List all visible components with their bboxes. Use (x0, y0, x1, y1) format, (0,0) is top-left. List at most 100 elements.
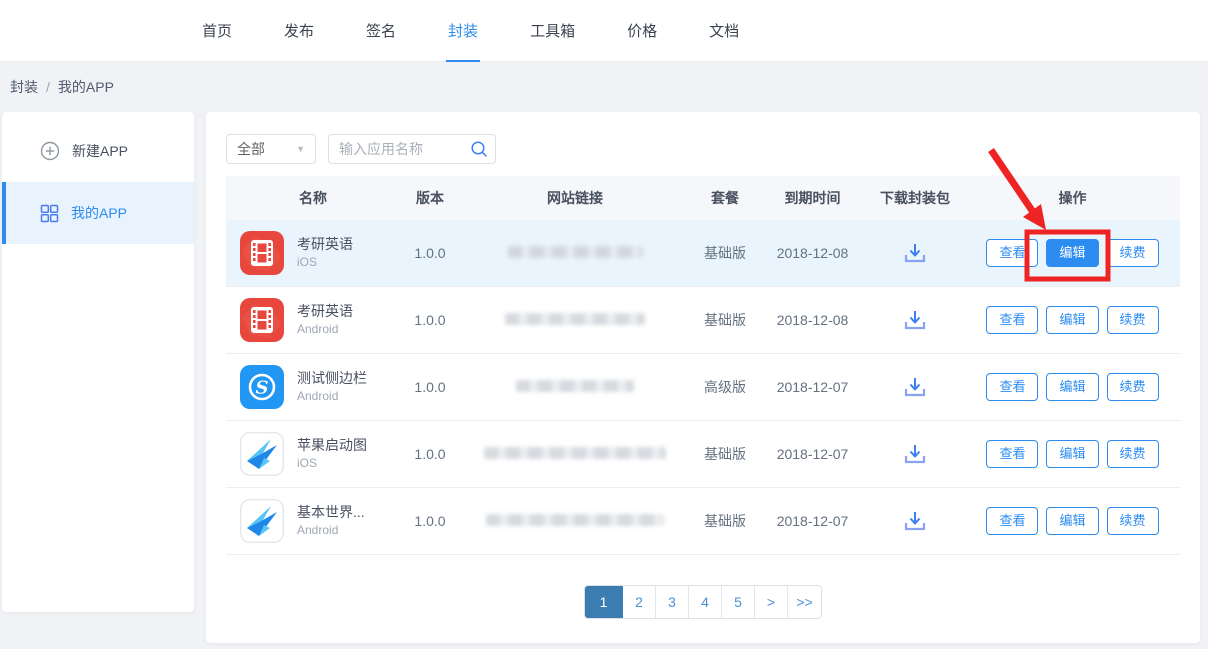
filter-bar: 全部 ▼ (226, 134, 1180, 164)
nav-item-toolbox[interactable]: 工具箱 (528, 0, 577, 62)
col-header-name: 名称 (226, 188, 400, 208)
col-header-version: 版本 (400, 188, 460, 208)
download-cell (865, 376, 965, 398)
app-platform: Android (297, 522, 365, 538)
expiry-cell: 2018-12-07 (760, 379, 865, 395)
col-header-download: 下载封装包 (865, 188, 965, 208)
plan-cell: 基础版 (690, 243, 760, 263)
bird-app-icon: S (240, 499, 284, 543)
table-body: S 考研英语 iOS 1.0.0 基础版 2018-12-08 (226, 220, 1180, 555)
download-cell (865, 443, 965, 465)
plan-cell: 基础版 (690, 511, 760, 531)
page-button-2[interactable]: 2 (623, 586, 656, 618)
renew-button[interactable]: 续费 (1107, 239, 1159, 267)
page-button-5[interactable]: 5 (722, 586, 755, 618)
nav-item-docs[interactable]: 文档 (707, 0, 741, 62)
sidebar-item-my-apps[interactable]: 我的APP (2, 182, 194, 244)
nav-item-publish[interactable]: 发布 (282, 0, 316, 62)
app-platform: iOS (297, 254, 353, 270)
renew-button[interactable]: 续费 (1107, 507, 1159, 535)
link-cell (460, 245, 690, 261)
version-cell: 1.0.0 (400, 245, 460, 261)
download-icon[interactable] (902, 242, 928, 264)
app-name-cell: S 考研英语 iOS (226, 231, 400, 275)
app-name-lines: 苹果启动图 iOS (297, 436, 367, 471)
app-platform: Android (297, 388, 367, 404)
edit-button[interactable]: 编辑 (1046, 440, 1098, 468)
redacted-link (484, 447, 666, 459)
nav-item-sign[interactable]: 签名 (364, 0, 398, 62)
table-row: S 考研英语 iOS 1.0.0 基础版 2018-12-08 (226, 220, 1180, 287)
category-select[interactable]: 全部 ▼ (226, 134, 316, 164)
sidebar-item-new-app[interactable]: 新建APP (2, 120, 194, 182)
pagination-group: 1 2 3 4 5 > >> (584, 585, 822, 619)
download-icon[interactable] (902, 309, 928, 331)
view-button[interactable]: 查看 (986, 239, 1038, 267)
edit-button[interactable]: 编辑 (1046, 239, 1098, 267)
main-content-card: 全部 ▼ 名称 版本 网站链接 套餐 到期时间 下载封装包 操作 (206, 112, 1200, 643)
table-row: S 苹果启动图 iOS 1.0.0 基础版 2018-12-07 (226, 421, 1180, 488)
search-icon[interactable] (470, 140, 488, 163)
edit-button[interactable]: 编辑 (1046, 373, 1098, 401)
view-button[interactable]: 查看 (986, 373, 1038, 401)
download-cell (865, 309, 965, 331)
view-button[interactable]: 查看 (986, 507, 1038, 535)
app-name-cell: S 基本世界... Android (226, 499, 400, 543)
app-name-cell: S 苹果启动图 iOS (226, 432, 400, 476)
app-name: 苹果启动图 (297, 436, 367, 455)
page-button-4[interactable]: 4 (689, 586, 722, 618)
breadcrumb-current: 我的APP (58, 77, 114, 97)
link-cell (460, 312, 690, 328)
app-name-cell: S 测试侧边栏 Android (226, 365, 400, 409)
renew-button[interactable]: 续费 (1107, 306, 1159, 334)
col-header-plan: 套餐 (690, 188, 760, 208)
download-icon[interactable] (902, 376, 928, 398)
edit-button[interactable]: 编辑 (1046, 306, 1098, 334)
expiry-cell: 2018-12-08 (760, 245, 865, 261)
link-cell (460, 379, 690, 395)
edit-button[interactable]: 编辑 (1046, 507, 1098, 535)
col-header-link: 网站链接 (460, 188, 690, 208)
category-select-value: 全部 (237, 139, 265, 159)
page-button-1[interactable]: 1 (585, 586, 623, 618)
app-platform: Android (297, 321, 353, 337)
table-row: S 考研英语 Android 1.0.0 基础版 2018-12-08 (226, 287, 1180, 354)
table-row: S 基本世界... Android 1.0.0 基础版 2018-12-07 (226, 488, 1180, 555)
view-button[interactable]: 查看 (986, 306, 1038, 334)
actions-cell: 查看 编辑 续费 (965, 507, 1180, 535)
app-name-lines: 考研英语 iOS (297, 235, 353, 270)
actions-cell: 查看 编辑 续费 (965, 440, 1180, 468)
page-button-3[interactable]: 3 (656, 586, 689, 618)
actions-cell: 查看 编辑 续费 (965, 239, 1180, 267)
redacted-link (508, 246, 643, 258)
sidebar-item-label: 新建APP (72, 141, 128, 161)
table-header: 名称 版本 网站链接 套餐 到期时间 下载封装包 操作 (226, 176, 1180, 220)
renew-button[interactable]: 续费 (1107, 373, 1159, 401)
renew-button[interactable]: 续费 (1107, 440, 1159, 468)
last-page-button[interactable]: >> (788, 586, 821, 618)
actions-cell: 查看 编辑 续费 (965, 306, 1180, 334)
app-name-lines: 测试侧边栏 Android (297, 369, 367, 404)
version-cell: 1.0.0 (400, 513, 460, 529)
nav-item-price[interactable]: 价格 (625, 0, 659, 62)
link-cell (460, 446, 690, 462)
app-name-cell: S 考研英语 Android (226, 298, 400, 342)
redacted-link (505, 313, 645, 325)
expiry-cell: 2018-12-07 (760, 446, 865, 462)
app-name: 考研英语 (297, 302, 353, 321)
app-name-lines: 考研英语 Android (297, 302, 353, 337)
app-name: 基本世界... (297, 503, 365, 522)
expiry-cell: 2018-12-07 (760, 513, 865, 529)
view-button[interactable]: 查看 (986, 440, 1038, 468)
nav-item-package[interactable]: 封装 (446, 0, 480, 62)
app-platform: iOS (297, 455, 367, 471)
download-icon[interactable] (902, 510, 928, 532)
nav-item-home[interactable]: 首页 (200, 0, 234, 62)
breadcrumb-section[interactable]: 封装 (10, 77, 38, 97)
breadcrumb-separator: / (46, 79, 50, 95)
next-page-button[interactable]: > (755, 586, 788, 618)
download-icon[interactable] (902, 443, 928, 465)
search-box (328, 134, 496, 164)
film-app-icon: S (240, 231, 284, 275)
film-app-icon: S (240, 298, 284, 342)
